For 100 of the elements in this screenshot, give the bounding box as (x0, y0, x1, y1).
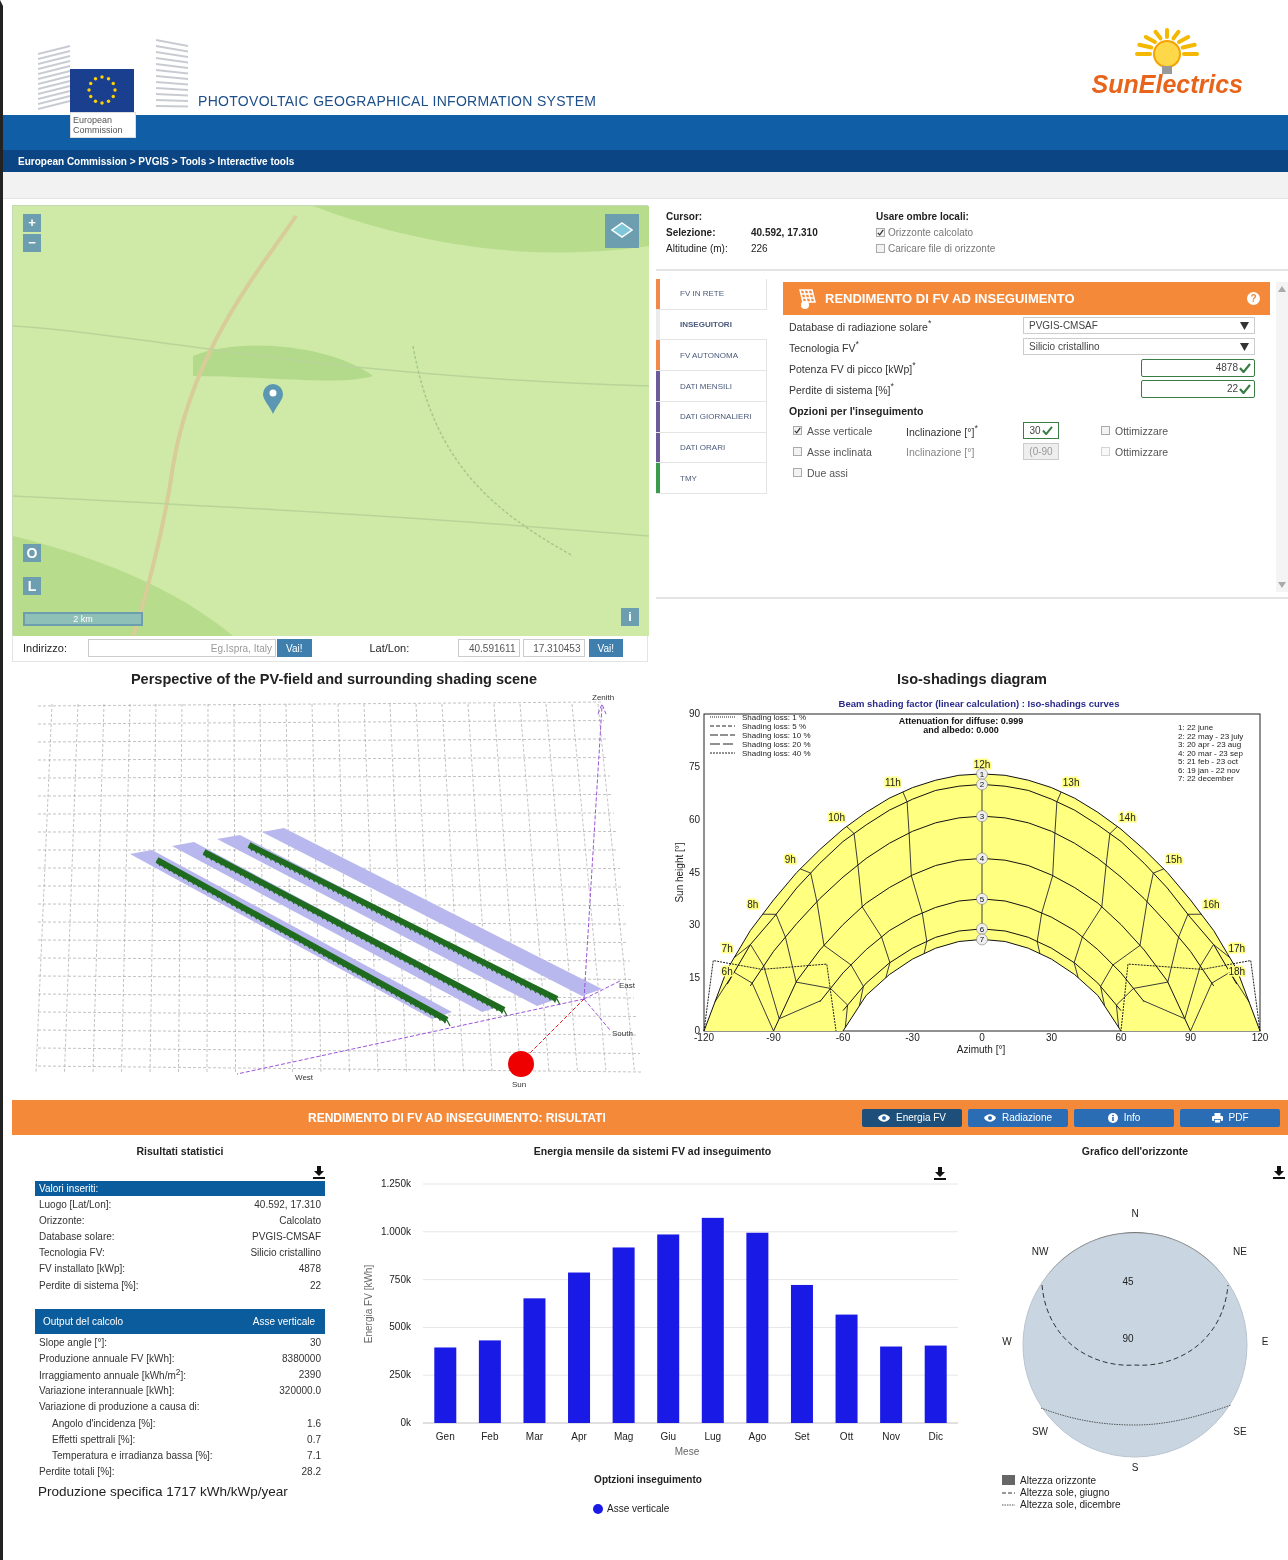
tab[interactable]: FV AUTONOMA (656, 340, 766, 372)
checkbox[interactable] (876, 228, 885, 237)
download-icon[interactable] (934, 1167, 946, 1180)
option-label: Caricare file di orizzonte (888, 243, 996, 254)
number-field[interactable]: 4878 (1141, 358, 1255, 377)
row-value: 7.1 (307, 1450, 321, 1462)
checkbox[interactable] (793, 447, 802, 456)
tab[interactable]: TMY (656, 463, 766, 495)
hour-label: 17h (1228, 942, 1246, 954)
legend-label[interactable]: Asse verticale (607, 1503, 670, 1514)
row-value: 22 (309, 1279, 321, 1291)
x-tick: 90 (1184, 1032, 1197, 1043)
row-value: 0.7 (307, 1433, 321, 1445)
hour-label: 9h (784, 853, 796, 865)
tab[interactable]: DATI MENSILI (656, 371, 766, 402)
row-label: FV installato [kWp]: (39, 1263, 126, 1275)
x-tick: 30 (1045, 1032, 1058, 1043)
x-tick: Set (794, 1431, 810, 1442)
east-label: East (619, 981, 635, 990)
date-legend: 4: 20 mar - 23 sep (1177, 748, 1243, 758)
direction-label: W (1002, 1336, 1012, 1347)
brand-name: SunElectrics (1091, 70, 1243, 99)
scroll-down-icon[interactable] (1278, 582, 1286, 588)
x-tick: -30 (905, 1032, 920, 1043)
hour-label: 15h (1165, 853, 1183, 865)
date-legend: 5: 21 feb - 23 oct (1177, 757, 1238, 766)
altitude-label: Altitudine (m): (666, 243, 729, 254)
x-tick: Feb (481, 1431, 499, 1442)
field-label: Tecnologia FV$^{*}$ (789, 339, 860, 354)
sun-icon (508, 1051, 534, 1077)
address-field[interactable]: Eg.Ispra, Italy (88, 639, 276, 657)
direction-label: S (1131, 1462, 1139, 1473)
x-tick: Lug (704, 1431, 722, 1442)
results-button[interactable]: Info (1074, 1108, 1174, 1127)
results-button[interactable]: Energia FV (862, 1108, 962, 1127)
checkbox[interactable] (793, 426, 802, 435)
date-legend: 7: 22 december (1177, 774, 1234, 783)
x-axis-label: Mese (674, 1446, 700, 1457)
perspective-title: Perspective of the PV-field and surrounding shading scene (129, 671, 539, 689)
south-label: South (612, 1029, 633, 1038)
west-label: West (295, 1073, 314, 1082)
angle-field[interactable]: 30 (1023, 422, 1059, 439)
dropdown[interactable]: Silicio cristallino (1023, 338, 1255, 355)
row-value: Silicio cristallino (250, 1247, 321, 1259)
scroll-up-icon[interactable] (1278, 286, 1286, 292)
checkbox[interactable] (1101, 426, 1110, 435)
specific-production: Produzione specifica 1717 kWh/kWp/year (37, 1483, 289, 1499)
altitude-value: 226 (751, 243, 769, 254)
date-marker: 7 (976, 933, 988, 946)
x-tick: Gen (435, 1431, 455, 1442)
results-title: RENDIMENTO DI FV AD INSEGUIMENTO: RISULTATI (308, 1110, 607, 1125)
legend-label: Shading loss: 5 % (741, 722, 806, 731)
row-label: Variazione interannuale [kWh]: (39, 1385, 175, 1397)
legend-swatch (1002, 1475, 1015, 1485)
y-tick: 0k (400, 1417, 411, 1428)
date-legend: 1: 22 june (1177, 723, 1214, 732)
row-value: 320000.0 (279, 1385, 321, 1397)
legend-label: Altezza orizzonte (1020, 1475, 1097, 1486)
legend-line (1001, 1504, 1016, 1506)
chart-title: Energia mensile da sistemi FV ad inseguimento (532, 1144, 773, 1159)
tab[interactable]: INSEGUITORI (656, 309, 767, 341)
results-button[interactable]: PDF (1180, 1108, 1280, 1127)
layers-button[interactable] (605, 214, 639, 248)
legend-label: Shading loss: 10 % (741, 731, 811, 740)
cursor-label: Cursor: (666, 211, 704, 222)
y-axis-label: Energia FV [kWh] (363, 1264, 374, 1344)
legend-line (709, 725, 736, 727)
x-tick: Mag (613, 1431, 634, 1442)
row-label: Variazione di produzione a causa di: (39, 1401, 200, 1413)
scale-bar: 2 km (23, 612, 143, 626)
checkbox[interactable] (793, 468, 802, 477)
results-button[interactable]: Radiazione (968, 1108, 1068, 1127)
tab[interactable]: DATI ORARI (656, 432, 766, 464)
y-axis-label: Sun height [°] (673, 842, 685, 903)
hour-label: 14h (1119, 811, 1136, 823)
date-legend: 2: 22 may - 23 july (1177, 731, 1244, 741)
go-button[interactable]: Vai! (277, 639, 312, 657)
x-tick: 0 (979, 1032, 985, 1043)
dropdown[interactable]: PVGIS-CMSAF (1023, 317, 1255, 334)
header-text: Asse verticale (252, 1316, 315, 1328)
checkbox[interactable] (876, 244, 885, 253)
field-label: Database di radiazione solare$^{*}$ (789, 318, 933, 333)
latitude-field[interactable]: 40.591611 (457, 639, 520, 657)
row-label: Tecnologia FV: (39, 1247, 105, 1259)
longitude-field[interactable]: 17.310453 (522, 639, 585, 657)
tab[interactable]: DATI GIORNALIERI (656, 401, 766, 433)
map-pin-icon[interactable] (262, 383, 284, 415)
legend-label: Shading loss: 1 % (741, 713, 806, 722)
row-label: Orizzonte: (39, 1214, 85, 1226)
y-tick: 15 (688, 972, 700, 984)
breadcrumb[interactable]: European Commission > PVGIS > Tools > Interactive tools (18, 155, 295, 167)
download-icon[interactable] (1273, 1166, 1285, 1179)
x-tick: Ago (748, 1431, 767, 1442)
field-label: Perdite di sistema [%]$^{*}$ (789, 381, 895, 396)
download-icon[interactable] (313, 1166, 325, 1179)
number-field[interactable]: 22 (1141, 379, 1255, 398)
go-button[interactable]: Vai! (588, 639, 623, 657)
row-label: Database solare: (39, 1230, 115, 1242)
row-label: Effetti spettrali [%]: (52, 1433, 136, 1445)
tab[interactable]: FV IN RETE (656, 279, 766, 310)
